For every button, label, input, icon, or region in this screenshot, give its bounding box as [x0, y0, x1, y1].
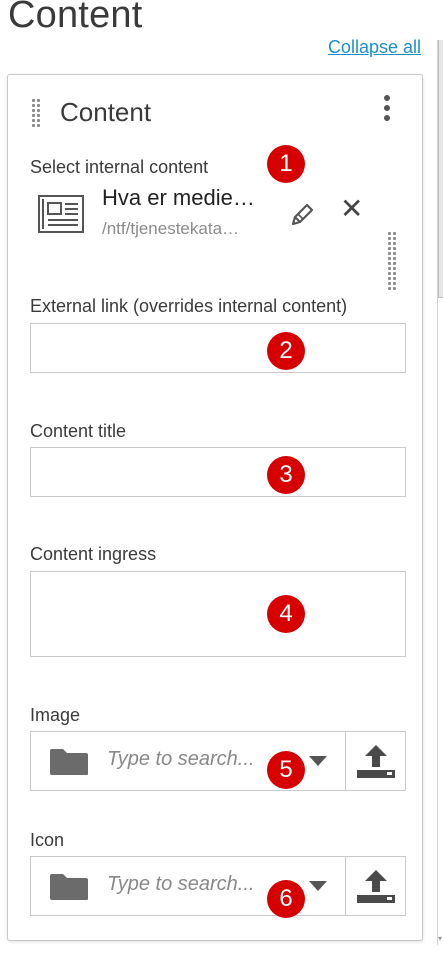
annotation-badge-3: 3: [267, 456, 305, 494]
document-icon: [38, 195, 84, 233]
image-upload-button[interactable]: [345, 732, 405, 790]
upload-icon: [357, 745, 395, 778]
content-panel: Content Select internal content Hva er m…: [7, 74, 423, 941]
annotation-badge-6: 6: [267, 880, 305, 918]
icon-selector[interactable]: Type to search...: [30, 856, 406, 916]
internal-content-label: Select internal content: [30, 157, 209, 177]
content-ingress-label: Content ingress: [30, 544, 157, 564]
more-vertical-icon[interactable]: [382, 95, 392, 127]
external-link-field[interactable]: [30, 323, 406, 373]
content-title-field[interactable]: [30, 447, 406, 497]
chevron-down-icon[interactable]: [309, 756, 327, 766]
icon-label: Icon: [30, 830, 65, 850]
pencil-icon[interactable]: [288, 201, 316, 229]
image-search-input[interactable]: Type to search...: [107, 748, 254, 771]
scrollbar-thumb[interactable]: [438, 40, 443, 298]
collapse-all-link[interactable]: Collapse all: [328, 37, 421, 58]
content-item-name: Hva er medie…: [102, 185, 255, 210]
folder-icon: [50, 749, 88, 775]
content-title-label: Content title: [30, 421, 127, 441]
external-link-label: External link (overrides internal conten…: [30, 296, 348, 316]
content-ingress-field[interactable]: [30, 571, 406, 657]
content-item-path: /ntf/tjenestekata…: [102, 219, 240, 238]
icon-search-input[interactable]: Type to search...: [107, 873, 254, 896]
item-drag-handle[interactable]: [388, 232, 396, 290]
upload-icon: [357, 870, 395, 903]
close-icon[interactable]: ✕: [340, 195, 363, 223]
panel-drag-handle[interactable]: [32, 99, 40, 127]
folder-icon: [50, 874, 88, 900]
image-label: Image: [30, 705, 81, 725]
image-selector[interactable]: Type to search...: [30, 731, 406, 791]
scroll-down-arrow[interactable]: ▾: [437, 934, 443, 943]
panel-title: Content: [60, 97, 152, 127]
annotation-badge-5: 5: [267, 751, 305, 789]
annotation-badge-2: 2: [267, 332, 305, 370]
annotation-badge-1: 1: [267, 145, 305, 183]
page-title: Content: [8, 0, 143, 36]
annotation-badge-4: 4: [267, 595, 305, 633]
icon-upload-button[interactable]: [345, 857, 405, 915]
chevron-down-icon[interactable]: [309, 881, 327, 891]
selected-content-item[interactable]: Hva er medie… /ntf/tjenestekata… ✕: [30, 183, 410, 253]
